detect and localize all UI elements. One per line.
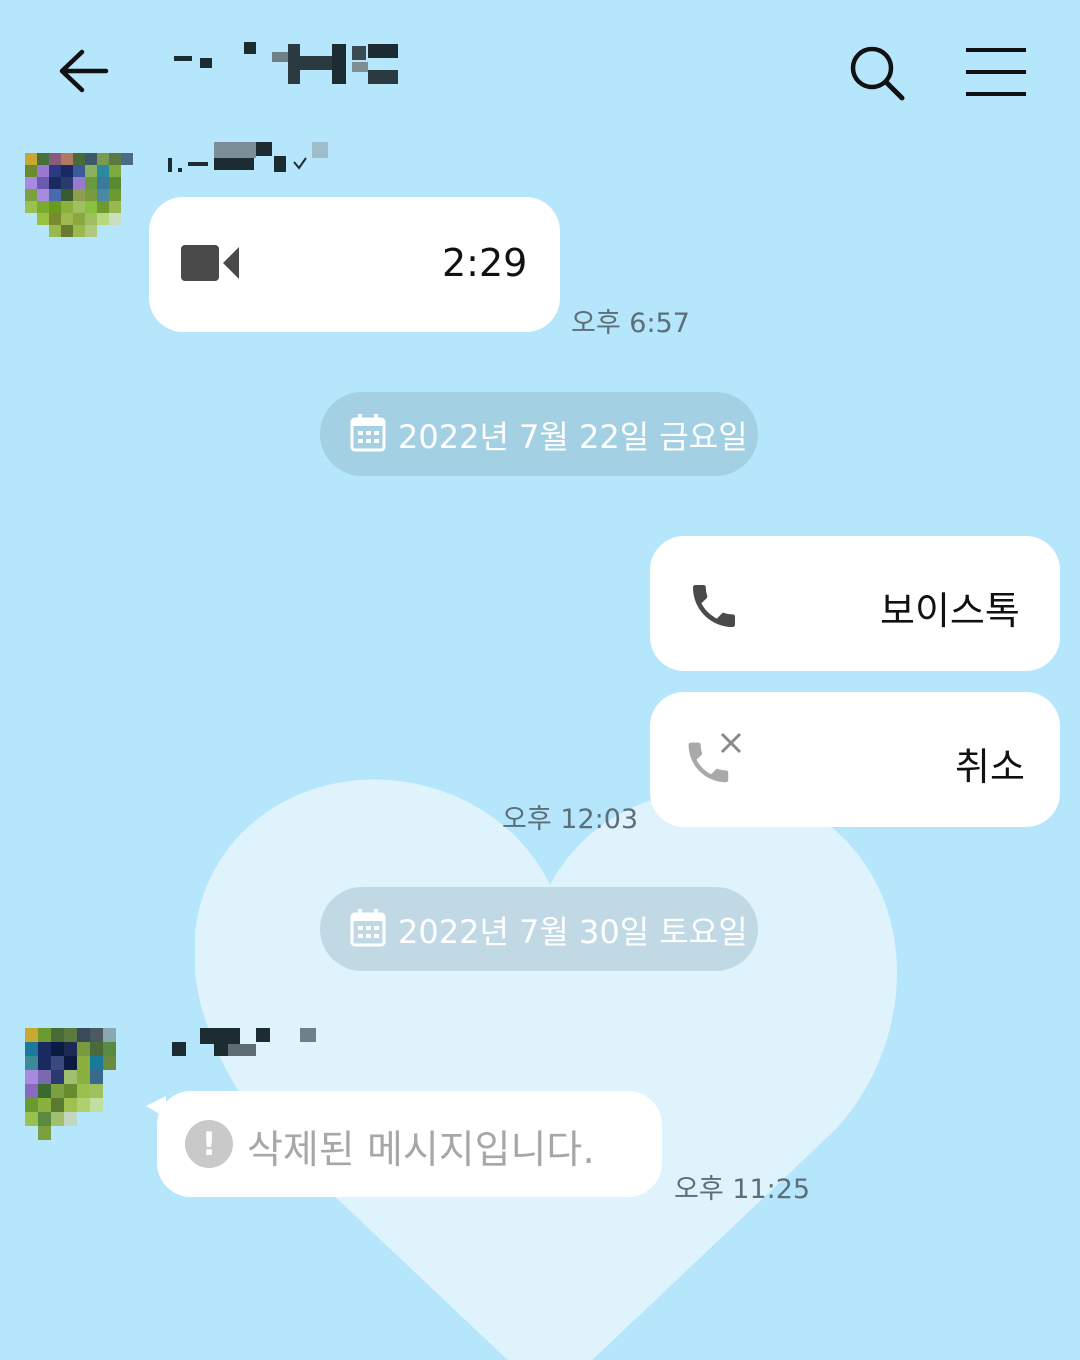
- search-icon: [850, 46, 905, 101]
- voice-call-bubble[interactable]: 보이스톡: [650, 536, 1060, 671]
- date-divider: 2022년 7월 30일 토요일: [320, 887, 758, 971]
- exclamation-icon: !: [185, 1120, 233, 1168]
- video-call-bubble[interactable]: 2:29: [149, 197, 560, 332]
- arrow-left-icon: [59, 49, 109, 93]
- phone-cancelled-icon: [688, 732, 742, 783]
- date-label: 2022년 7월 30일 토요일: [398, 913, 748, 951]
- back-button[interactable]: [52, 40, 116, 104]
- deleted-message-label: 삭제된 메시지입니다.: [247, 1128, 595, 1173]
- sender-name-obscured: [170, 1026, 320, 1060]
- chat-header: [0, 0, 1080, 140]
- chat-room-title-obscured: [172, 42, 412, 86]
- hamburger-menu-icon: [966, 48, 1026, 96]
- sender-name-obscured: [166, 140, 336, 174]
- cancelled-call-bubble[interactable]: 취소: [650, 692, 1060, 827]
- phone-icon: [693, 585, 735, 627]
- call-duration: 2:29: [442, 241, 528, 285]
- voice-call-label: 보이스톡: [880, 589, 1020, 633]
- video-camera-icon: [181, 245, 239, 281]
- message-time: 오후 12:03: [502, 804, 639, 835]
- search-button[interactable]: [844, 40, 908, 104]
- message-time: 오후 11:25: [674, 1174, 811, 1205]
- bubble-tail: [146, 1096, 166, 1118]
- calendar-icon: [350, 414, 386, 452]
- cancelled-call-label: 취소: [955, 745, 1025, 789]
- calendar-icon: [350, 909, 386, 947]
- date-divider: 2022년 7월 22일 금요일: [320, 392, 758, 476]
- menu-button[interactable]: [960, 44, 1032, 100]
- deleted-message-bubble[interactable]: ! 삭제된 메시지입니다.: [157, 1091, 662, 1197]
- message-time: 오후 6:57: [571, 308, 690, 339]
- sender-avatar[interactable]: [25, 1028, 133, 1140]
- date-label: 2022년 7월 22일 금요일: [398, 418, 748, 456]
- sender-avatar[interactable]: [25, 153, 133, 245]
